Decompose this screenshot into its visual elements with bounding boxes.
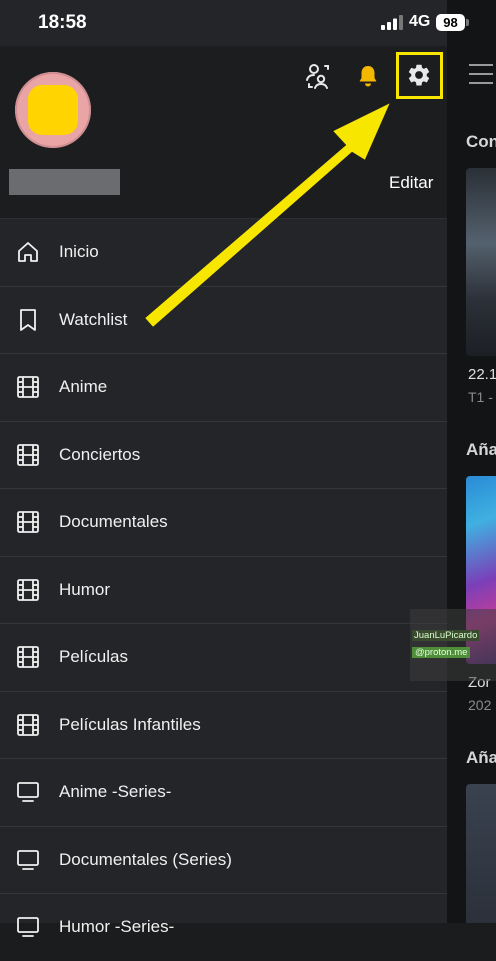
menu-item-peliculas[interactable]: Películas (0, 623, 447, 691)
menu-item-label: Anime (59, 377, 108, 397)
annotation-highlight-box (396, 52, 443, 99)
signal-icon (381, 15, 403, 30)
menu-item-inicio[interactable]: Inicio (0, 218, 447, 286)
bg-thumbnail[interactable] (466, 168, 496, 356)
bg-subcaption: 202 (468, 697, 492, 713)
switch-profile-button[interactable] (299, 58, 335, 94)
switch-profile-icon (306, 64, 329, 89)
hamburger-icon[interactable] (469, 64, 493, 86)
notifications-button[interactable] (350, 58, 386, 94)
menu-item-label: Humor (59, 579, 111, 599)
battery-indicator: 98 (436, 14, 465, 31)
bg-subcaption: T1 - (468, 389, 493, 405)
avatar[interactable] (15, 72, 91, 148)
film-icon (17, 578, 39, 601)
film-icon (17, 443, 39, 466)
watermark-text: JuanLuPicardo (412, 630, 480, 641)
menu-item-documentales[interactable]: Documentales (0, 488, 447, 556)
status-time: 18:58 (38, 12, 87, 33)
watermark-panel (410, 609, 496, 681)
menu-item-label: Documentales (59, 512, 168, 532)
film-icon (17, 511, 39, 534)
menu-item-anime[interactable]: Anime (0, 353, 447, 421)
menu-item-conciertos[interactable]: Conciertos (0, 420, 447, 489)
drawer-header: Editar (0, 46, 447, 218)
menu-item-anime-series[interactable]: Anime -Series- (0, 758, 447, 826)
avatar-image (28, 85, 78, 135)
menu-item-label: Watchlist (59, 309, 128, 329)
bg-thumbnail[interactable] (466, 784, 496, 923)
watermark-text: @proton.me (412, 647, 471, 658)
film-icon (17, 376, 39, 399)
bg-section-title: Con (466, 132, 496, 151)
menu-item-humor[interactable]: Humor (0, 555, 447, 624)
network-type: 4G (409, 13, 431, 30)
tv-icon (17, 849, 39, 870)
bookmark-icon (20, 308, 36, 331)
bg-section-title: Aña (466, 748, 496, 767)
background-app-content: Con 22.1 T1 - Aña Zor 202 Aña (447, 0, 496, 923)
menu-item-label: Películas (59, 647, 128, 667)
menu-item-label: Anime -Series- (59, 782, 172, 802)
menu-item-label: Documentales (Series) (59, 849, 232, 869)
bg-section-title: Aña (466, 440, 496, 459)
bell-icon (359, 66, 377, 87)
tv-icon (17, 782, 39, 803)
menu-item-documentales-series[interactable]: Documentales (Series) (0, 825, 447, 894)
tv-icon (17, 917, 39, 938)
film-icon (17, 713, 39, 736)
home-icon (18, 242, 38, 263)
bg-caption: 22.1 (468, 366, 496, 383)
battery-tip (466, 19, 469, 26)
film-icon (17, 646, 39, 669)
username-redacted (9, 169, 120, 195)
navigation-drawer: Editar Inicio Watchlist Anime Conciertos… (0, 0, 447, 938)
menu-item-humor-series[interactable]: Humor -Series- (0, 893, 447, 961)
menu-item-watchlist[interactable]: Watchlist (0, 285, 447, 354)
status-bar: 18:58 4G 98 (0, 0, 496, 46)
edit-profile-button[interactable]: Editar (389, 173, 433, 193)
menu-item-peliculas-infantiles[interactable]: Películas Infantiles (0, 690, 447, 759)
menu-item-label: Inicio (59, 242, 99, 262)
menu-item-label: Humor -Series- (59, 917, 175, 937)
menu-list: Inicio Watchlist Anime Conciertos Docume… (0, 218, 447, 961)
menu-item-label: Conciertos (59, 444, 141, 464)
menu-item-label: Películas Infantiles (59, 714, 201, 734)
